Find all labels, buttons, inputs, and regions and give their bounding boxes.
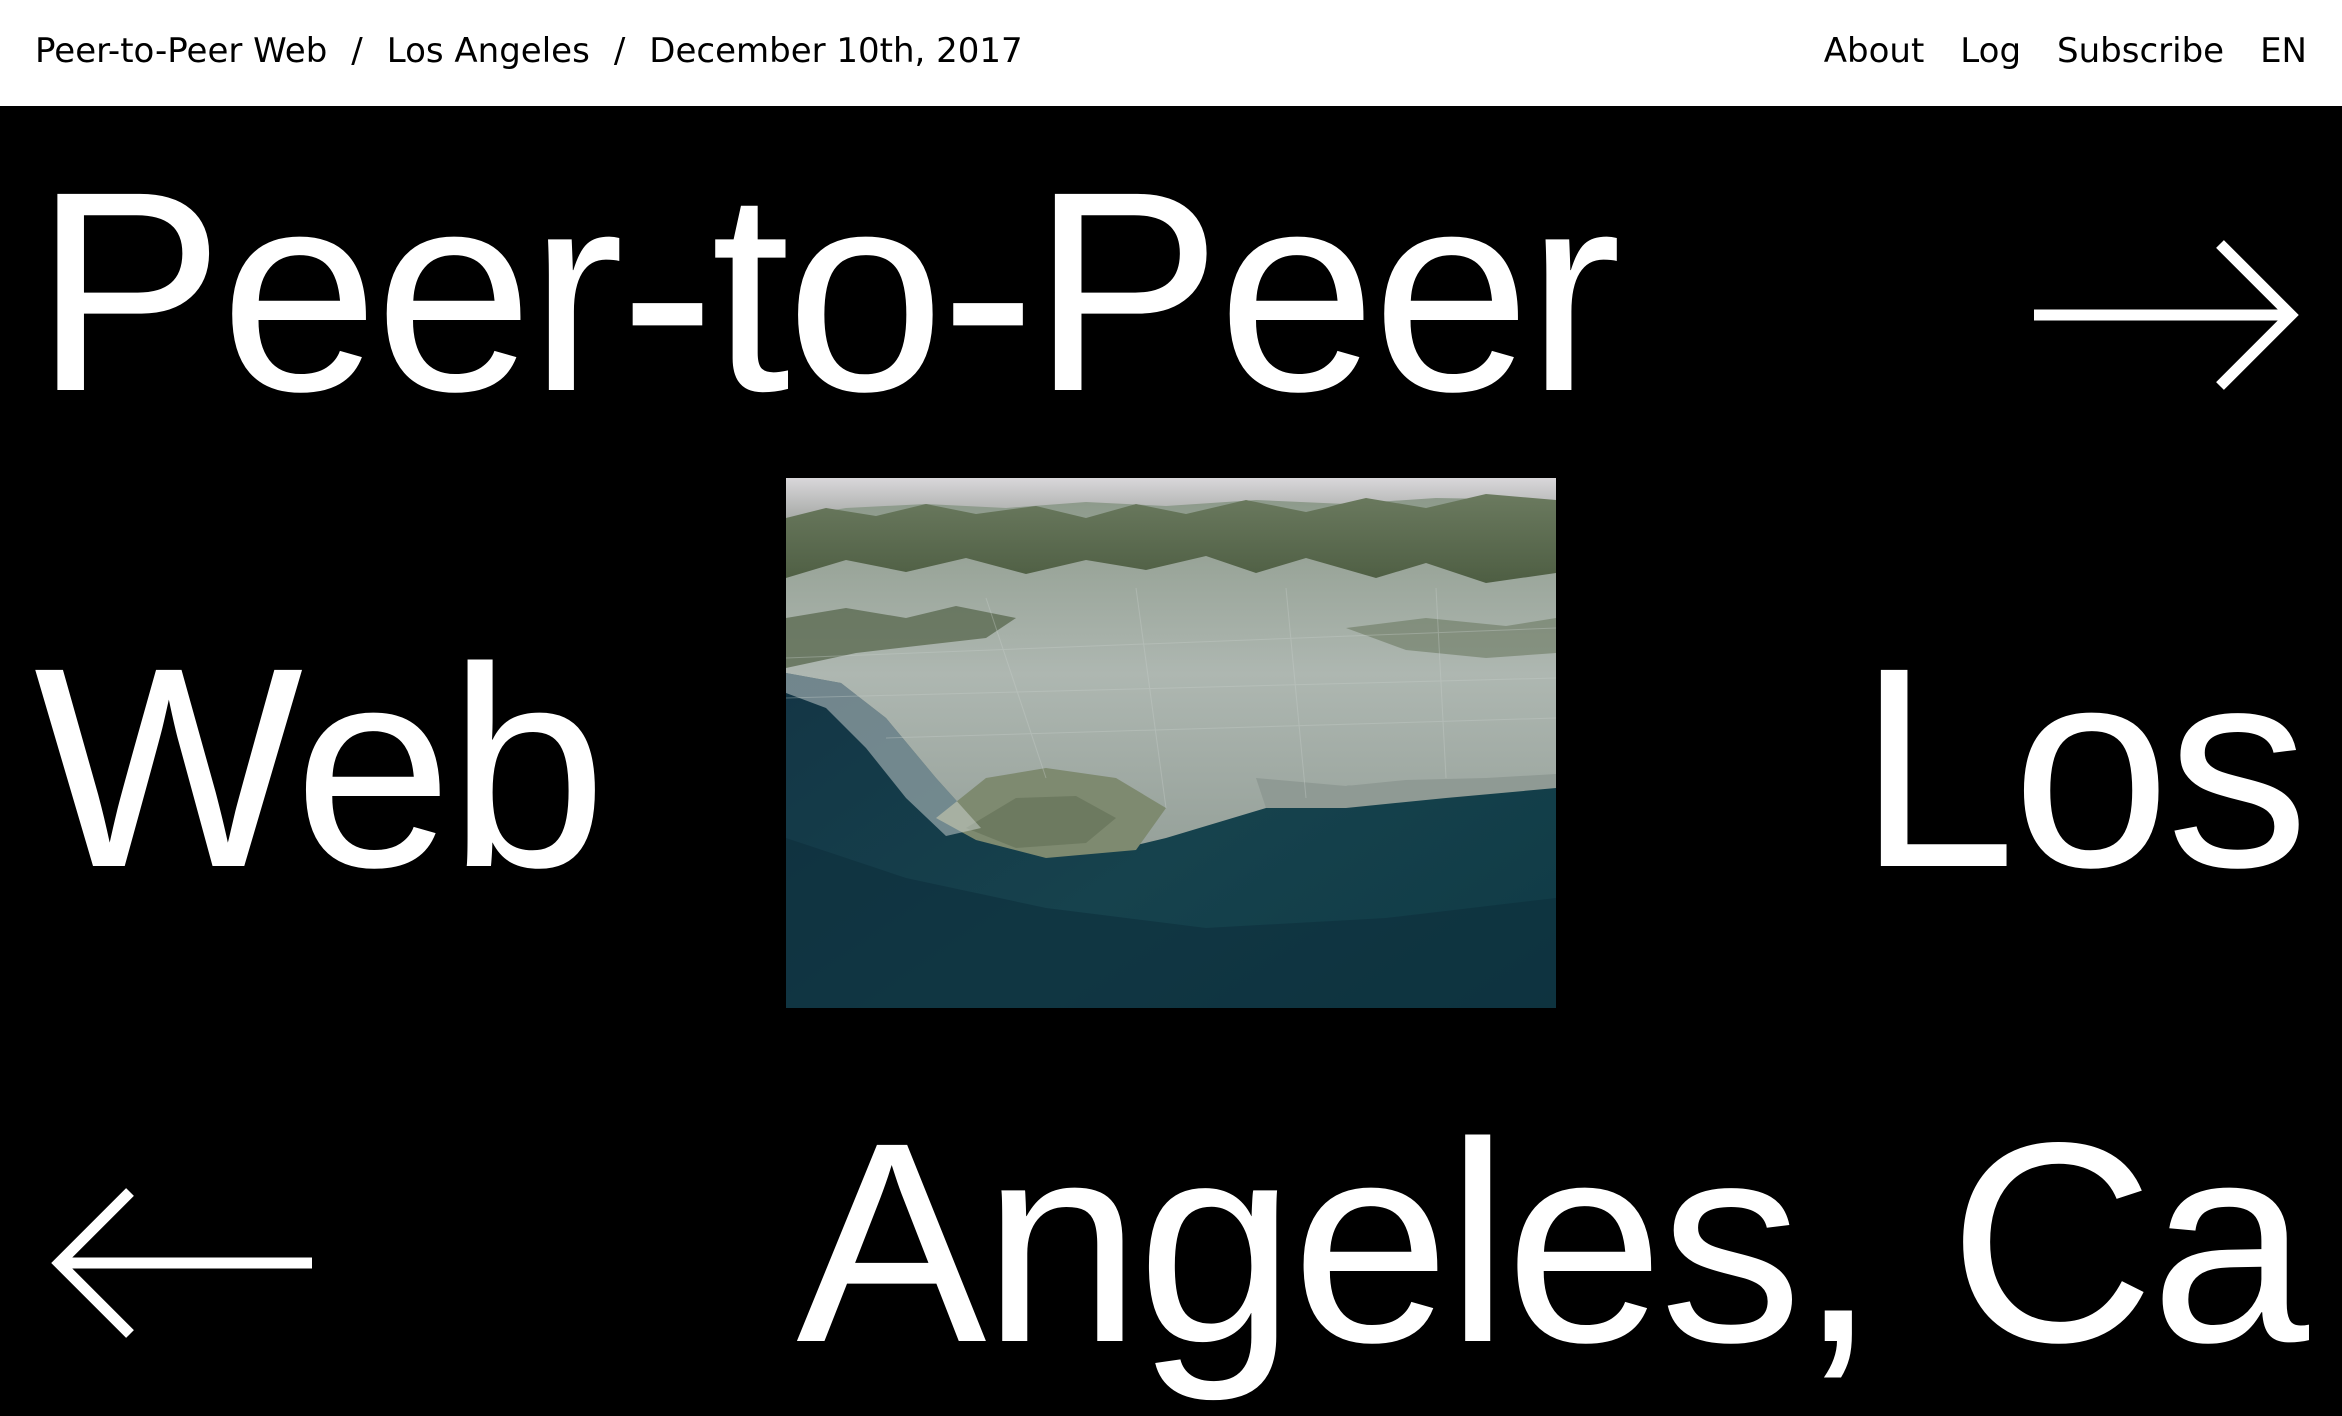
breadcrumb-separator: / — [613, 31, 626, 71]
arrow-right-icon[interactable] — [2034, 240, 2300, 390]
hero: Peer-to-Peer Web Los Angeles, Ca — [0, 106, 2342, 1416]
nav-language[interactable]: EN — [2260, 31, 2307, 71]
hero-title-line-2-left: Web — [34, 609, 607, 927]
aerial-photo — [786, 478, 1556, 1008]
breadcrumb-date[interactable]: December 10th, 2017 — [649, 31, 1022, 71]
top-bar: Peer-to-Peer Web / Los Angeles / Decembe… — [0, 0, 2342, 106]
nav-log[interactable]: Log — [1960, 31, 2021, 71]
hero-title-line-1: Peer-to-Peer — [34, 133, 1622, 451]
nav-subscribe[interactable]: Subscribe — [2057, 31, 2224, 71]
main-nav: About Log Subscribe EN — [1824, 31, 2307, 71]
breadcrumb: Peer-to-Peer Web / Los Angeles / Decembe… — [35, 31, 1023, 71]
hero-title-line-2-right: Los — [1857, 609, 2309, 927]
hero-title-line-3: Angeles, Ca — [796, 1084, 2309, 1402]
breadcrumb-city[interactable]: Los Angeles — [387, 31, 590, 71]
arrow-left-icon[interactable] — [50, 1188, 316, 1338]
breadcrumb-separator: / — [351, 31, 363, 71]
breadcrumb-site[interactable]: Peer-to-Peer Web — [35, 31, 327, 71]
nav-about[interactable]: About — [1824, 31, 1925, 71]
